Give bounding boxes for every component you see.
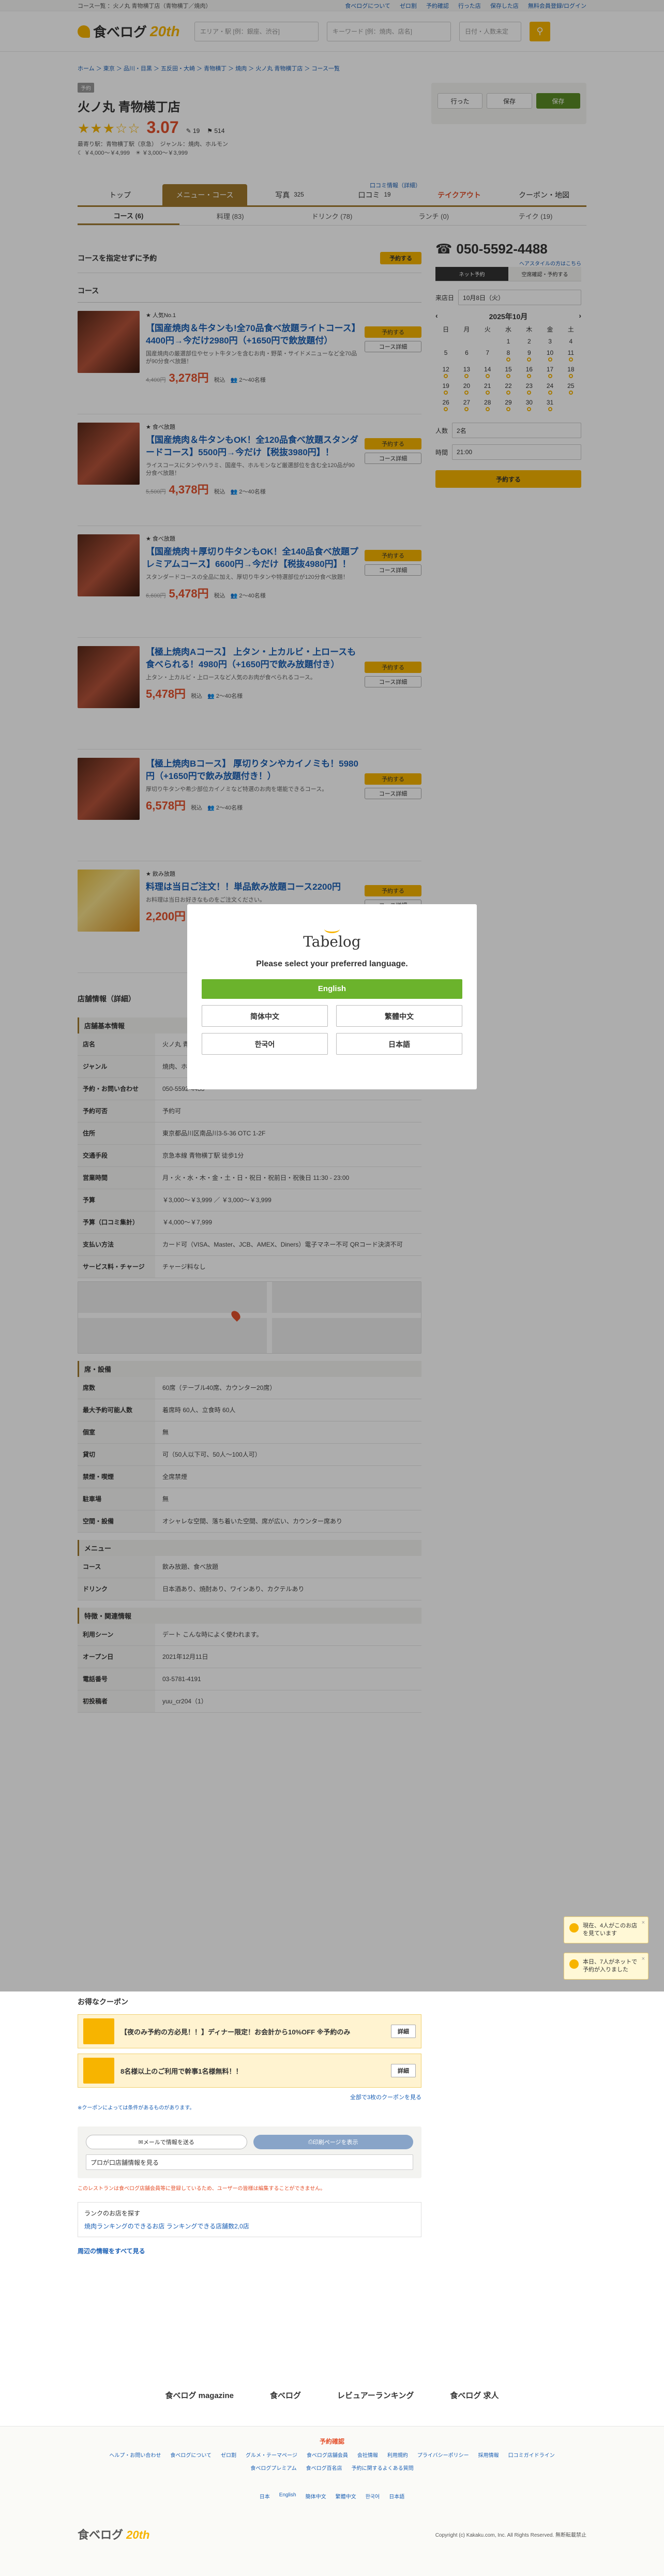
coupon-heading: お得なクーポン: [78, 1998, 128, 2006]
footer-link[interactable]: 食べログプレミアム: [250, 2464, 296, 2472]
footer-language-link[interactable]: 簡体中文: [306, 2492, 326, 2500]
brand-reviewer-ranking[interactable]: レビュアーランキング: [337, 2390, 414, 2401]
calendar-icon: [569, 1959, 579, 1969]
coupon-card[interactable]: 8名様以上のご利用で幹事1名様無料！！ 詳細: [78, 2054, 421, 2088]
language-korean-button[interactable]: 한국어: [202, 1033, 328, 1055]
language-japanese-button[interactable]: 日本語: [336, 1033, 462, 1055]
owner-note: このレストランは食べログ店舗会員等に登録しているため、ユーザーの皆様は編集するこ…: [78, 2186, 326, 2192]
chef-hat-icon: [324, 925, 340, 933]
language-modal: Tabelog Please select your preferred lan…: [187, 904, 477, 1089]
close-icon[interactable]: ×: [642, 1919, 645, 1927]
language-english-button[interactable]: English: [202, 979, 462, 999]
brand-banners: 食べログ magazine 食べログ レビュアーランキング 食べログ 求人: [0, 2390, 664, 2401]
person-icon: [569, 1923, 579, 1933]
footer-language-link[interactable]: 日本語: [389, 2492, 404, 2500]
footer-link[interactable]: 口コミガイドライン: [508, 2451, 555, 2459]
lower-section: お得なクーポン 【夜のみ予約の方必見！！】ディナー限定！お会計から10%OFF …: [78, 1991, 421, 2255]
footer-logo[interactable]: 食べログ 20th: [78, 2526, 149, 2542]
coupon-image: [83, 2018, 114, 2044]
footer-language-link[interactable]: 繁體中文: [336, 2492, 356, 2500]
footer-link[interactable]: 食べログ店舗会員: [307, 2451, 348, 2459]
brand-tabelog[interactable]: 食べログ: [270, 2390, 301, 2401]
copyright: Copyright (c) Kakaku.com, Inc. All Right…: [435, 2532, 586, 2538]
modal-title: Please select your preferred language.: [256, 960, 408, 968]
tabelog-logo: Tabelog: [187, 925, 477, 950]
footer: 予約確認 ヘルプ・お問い合わせ 食べログについて ゼロ割 グルメ・テーマページ 食べログ…: [0, 2426, 664, 2576]
coupon-detail-button[interactable]: 詳細: [391, 2064, 416, 2077]
footer-link[interactable]: プライバシーポリシー: [417, 2451, 469, 2459]
close-icon[interactable]: ×: [642, 1955, 645, 1963]
footer-link[interactable]: 利用規約: [387, 2451, 408, 2459]
footer-link[interactable]: グルメ・テーマページ: [246, 2451, 297, 2459]
footer-language-link[interactable]: English: [279, 2492, 296, 2500]
footer-link[interactable]: ヘルプ・お問い合わせ: [109, 2451, 161, 2459]
coupon-note: ※クーポンによっては条件があるものがあります。: [78, 2105, 195, 2111]
viewers-toast: × 現在、4人がこのお店を見ています: [564, 1916, 648, 1943]
all-coupons-link[interactable]: 全部で3枚のクーポンを見る: [78, 2093, 421, 2101]
footer-link[interactable]: 採用情報: [478, 2451, 499, 2459]
rank-link[interactable]: 焼肉ランキングのできるお店 ランキングできる店舗数2,0店: [84, 2222, 415, 2230]
pro-info-select[interactable]: プロが口店舗情報を見る: [86, 2154, 413, 2170]
mail-icon: ✉: [138, 2139, 143, 2146]
coupon-card[interactable]: 【夜のみ予約の方必見！！】ディナー限定！お会計から10%OFF ※予約のみ 詳細: [78, 2014, 421, 2048]
reserve-check-link[interactable]: 予約確認: [0, 2427, 664, 2446]
brand-magazine[interactable]: 食べログ magazine: [165, 2390, 234, 2401]
share-box: ✉ メールで情報を送る ⎙ 印刷ページを表示 プロが口店舗情報を見る: [78, 2126, 421, 2178]
language-grid: 简体中文 繁體中文 한국어 日本語: [202, 1005, 462, 1055]
print-button[interactable]: ⎙ 印刷ページを表示: [253, 2135, 413, 2149]
footer-language-link[interactable]: 한국어: [366, 2492, 380, 2500]
page: コース一覧 ：火ノ丸 青物横丁店（青物横丁／焼肉） 食べログについて ゼロ割 予…: [0, 0, 664, 2576]
footer-language-link[interactable]: 日本: [260, 2492, 270, 2500]
language-simplified-chinese-button[interactable]: 简体中文: [202, 1005, 328, 1027]
rank-box: ランクのお店を探す 焼肉ランキングのできるお店 ランキングできる店舗数2,0店: [78, 2202, 421, 2237]
footer-link[interactable]: 食べログについて: [170, 2451, 212, 2459]
coupon-image: [83, 2058, 114, 2084]
footer-languages: 日本 English 簡体中文 繁體中文 한국어 日本語: [0, 2487, 664, 2505]
reservations-toast: × 本日、7人がネットで予約が入りました: [564, 1953, 648, 1980]
footer-links: ヘルプ・お問い合わせ 食べログについて ゼロ割 グルメ・テーマページ 食べログ店舗会員 会…: [0, 2446, 664, 2477]
footer-link[interactable]: ゼロ割: [221, 2451, 236, 2459]
footer-link[interactable]: 予約に関するよくある質問: [352, 2464, 414, 2472]
language-traditional-chinese-button[interactable]: 繁體中文: [336, 1005, 462, 1027]
footer-link[interactable]: 食べログ百名店: [306, 2464, 342, 2472]
footer-link[interactable]: 会社情報: [357, 2451, 378, 2459]
related-link[interactable]: 周辺の情報をすべて見る: [78, 2246, 421, 2255]
print-icon: ⎙: [308, 2138, 313, 2145]
brand-jobs[interactable]: 食べログ 求人: [450, 2390, 499, 2401]
coupon-detail-button[interactable]: 詳細: [391, 2025, 416, 2038]
mail-button[interactable]: ✉ メールで情報を送る: [86, 2135, 247, 2149]
